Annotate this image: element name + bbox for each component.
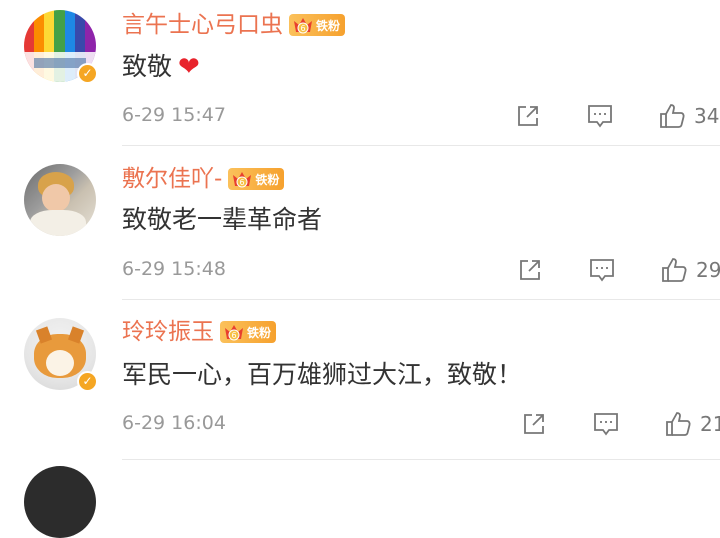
- comment-item: 敷尔佳吖- 6 铁粉 致敬老一辈革命者 6-29 15:48 29: [0, 146, 720, 300]
- comment-item: ✓ 言午士心弓口虫 6 铁粉 致敬 ❤ 6-29 15:47 34: [0, 0, 720, 146]
- comment-text: 致敬老一辈革命者: [122, 205, 323, 234]
- crown-icon: 6: [231, 169, 253, 189]
- thumbs-up-icon[interactable]: [660, 256, 688, 284]
- fan-badge[interactable]: 6 铁粉: [220, 321, 277, 343]
- avatar[interactable]: [24, 466, 96, 538]
- share-icon[interactable]: [514, 102, 542, 130]
- share-icon[interactable]: [520, 410, 548, 438]
- verified-icon: ✓: [77, 371, 98, 392]
- like-count: 34: [694, 104, 720, 128]
- like-count: 21: [700, 412, 720, 436]
- share-icon[interactable]: [516, 256, 544, 284]
- username[interactable]: 敷尔佳吖-: [122, 165, 222, 193]
- timestamp: 6-29 15:47: [122, 104, 226, 126]
- fan-level: 6: [300, 24, 305, 33]
- like-count: 29: [696, 258, 720, 282]
- heart-icon: ❤: [178, 52, 200, 82]
- fan-badge[interactable]: 6 铁粉: [289, 14, 346, 36]
- fan-badge[interactable]: 6 铁粉: [228, 168, 285, 190]
- username[interactable]: 玲玲振玉: [122, 318, 214, 346]
- avatar[interactable]: ✓: [24, 318, 98, 392]
- avatar-image: [24, 164, 96, 236]
- crown-icon: 6: [292, 15, 314, 35]
- timestamp: 6-29 15:48: [122, 258, 226, 280]
- divider: [122, 459, 720, 460]
- fan-level: 6: [231, 331, 236, 340]
- avatar[interactable]: ✓: [24, 10, 98, 84]
- thumbs-up-icon[interactable]: [664, 410, 692, 438]
- comment-text: 致敬: [122, 52, 173, 81]
- comment-text-row: 致敬 ❤: [122, 51, 200, 83]
- comment-icon[interactable]: [588, 256, 616, 284]
- timestamp: 6-29 16:04: [122, 412, 226, 434]
- avatar[interactable]: [24, 164, 96, 236]
- thumbs-up-icon[interactable]: [658, 102, 686, 130]
- comment-icon[interactable]: [592, 410, 620, 438]
- verified-icon: ✓: [77, 63, 98, 84]
- comment-item: ✓ 玲玲振玉 6 铁粉 军民一心，百万雄狮过大江，致敬！ 6-29 16:04 …: [0, 300, 720, 460]
- fan-level: 6: [240, 178, 245, 187]
- fan-badge-label: 铁粉: [247, 325, 272, 340]
- fan-badge-label: 铁粉: [316, 18, 341, 33]
- crown-icon: 6: [223, 322, 245, 342]
- comment-icon[interactable]: [586, 102, 614, 130]
- fan-badge-label: 铁粉: [255, 172, 280, 187]
- username[interactable]: 言午士心弓口虫: [122, 11, 283, 39]
- comment-text: 军民一心，百万雄狮过大江，致敬！: [122, 360, 523, 389]
